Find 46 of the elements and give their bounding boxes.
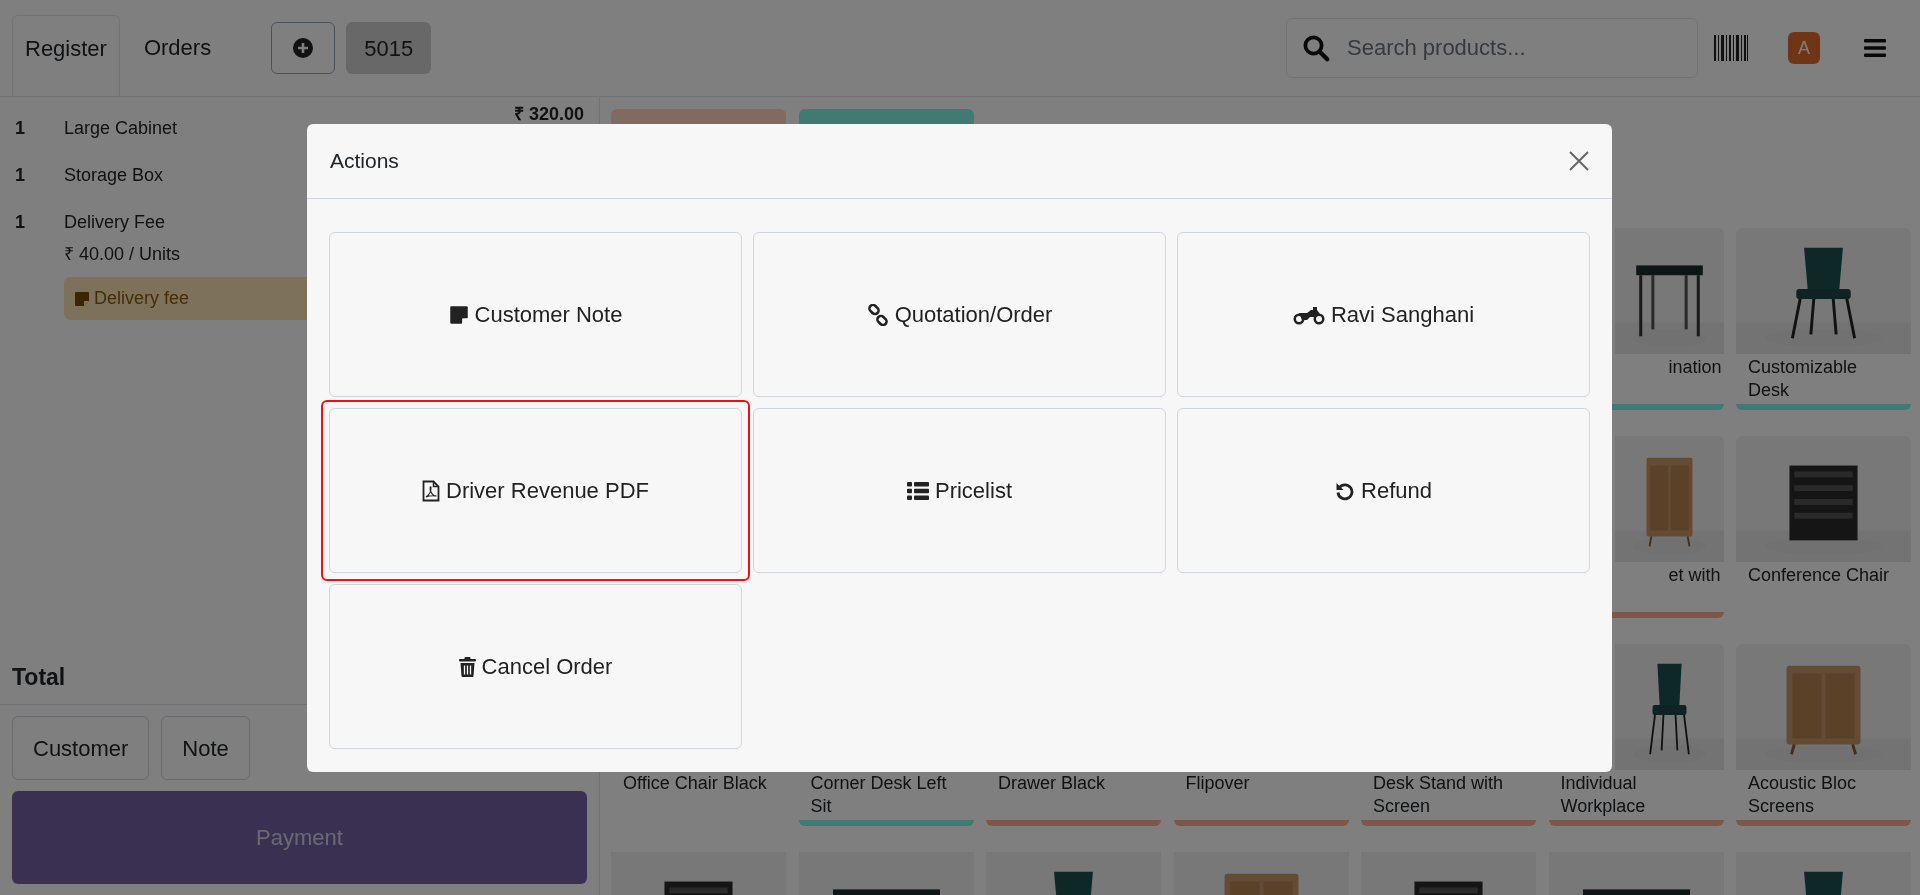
product-name: Corner Desk Left Sit [810, 772, 948, 818]
product-name: Individual Workplace [1560, 772, 1647, 818]
product-name: Delivery Fee [64, 211, 166, 234]
new-order-button[interactable] [271, 22, 336, 74]
nav-tab[interactable]: Orders [119, 15, 236, 96]
product-name: Acoustic Bloc Screens [1748, 772, 1858, 818]
product-name: et with [1668, 564, 1721, 587]
line-price: ₹ 320.00 [513, 103, 584, 126]
total-label: Total [12, 663, 66, 690]
order-tab[interactable]: 5015 [346, 22, 432, 74]
search-field[interactable]: Search products... [1286, 18, 1698, 78]
dialog-title: Actions [330, 148, 400, 175]
list-icon [907, 481, 929, 500]
product-name: Desk Stand with Screen [1373, 772, 1505, 818]
product-name: ination [1668, 356, 1722, 379]
product-card[interactable]: Acoustic Bloc Screens [1736, 644, 1911, 826]
note-icon [74, 290, 90, 307]
product-name: Storage Box [64, 164, 164, 187]
line-quantity: 1 [15, 211, 26, 234]
pdf-file-icon [422, 479, 440, 502]
plus-icon [292, 37, 315, 59]
note-icon [448, 304, 469, 325]
menu-icon[interactable] [1864, 39, 1886, 57]
search-icon [1301, 33, 1331, 63]
motorcycle-icon [1292, 304, 1325, 325]
product-name: Large Cabinet [64, 117, 178, 140]
product-name: Customizable Desk [1748, 356, 1859, 402]
barcode-icon[interactable] [1714, 35, 1748, 61]
unit-price: ₹ 40.00 / Units [64, 243, 182, 266]
note-text: Delivery fee [94, 287, 190, 310]
trash-icon [458, 656, 476, 677]
close-icon[interactable] [1569, 151, 1589, 171]
product-name: Office Chair Black [623, 772, 767, 795]
order-action-button[interactable]: Customer [12, 716, 150, 780]
action-button[interactable]: Driver Revenue PDF [321, 400, 750, 581]
order-action-button[interactable]: Note [161, 716, 250, 780]
product-card[interactable]: Customizable Desk [1736, 228, 1911, 410]
link-icon [866, 303, 889, 326]
product-name: Drawer Black [998, 772, 1106, 795]
line-quantity: 1 [15, 164, 26, 187]
product-name: Flipover [1185, 772, 1250, 795]
user-avatar[interactable]: A [1788, 32, 1820, 64]
undo-icon [1335, 480, 1355, 501]
line-quantity: 1 [15, 117, 26, 140]
nav-tab[interactable]: Register [12, 15, 120, 96]
product-name: Conference Chair [1748, 564, 1890, 587]
